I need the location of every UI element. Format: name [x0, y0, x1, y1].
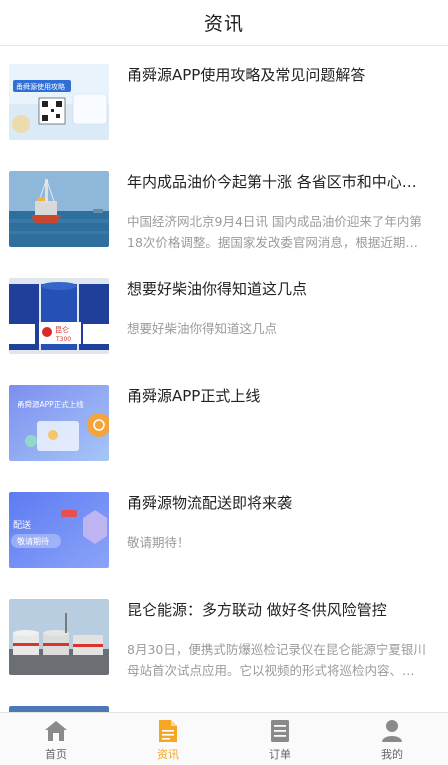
home-icon	[43, 719, 69, 743]
news-item[interactable]: 甬舜源APP正式上线 甬舜源APP正式上线	[0, 367, 448, 474]
news-thumbnail: 甬舜源使用攻略	[9, 64, 109, 140]
thumb-caption-b: 敬请期待	[17, 536, 49, 546]
tab-home[interactable]: 首页	[0, 713, 112, 765]
news-item[interactable]: 昆仑能源：多方联动 做好冬供风险管控 8月30日，便携式防爆巡检记录仪在昆仑能源…	[0, 581, 448, 688]
news-item[interactable]: 配送 敬请期待 甬舜源物流配送即将来袭 敬请期待！	[0, 474, 448, 581]
tab-label: 资讯	[157, 748, 179, 761]
thumb-brand: 昆仑	[55, 325, 69, 334]
order-list-icon	[267, 719, 293, 743]
bottom-tab-bar: 首页 资讯 订单 我的	[0, 712, 448, 765]
thumb-model: T300	[55, 336, 71, 343]
news-list[interactable]: 甬舜源使用攻略 甬舜源APP使用攻略及常见问题解答 年内成品油价今起第十涨 各省…	[0, 46, 448, 712]
news-title: 甬舜源APP正式上线	[127, 387, 261, 405]
news-title: 想要好柴油你得知道这几点	[127, 280, 308, 298]
tab-label: 首页	[45, 748, 67, 761]
tab-news[interactable]: 资讯	[112, 713, 224, 765]
news-summary: 想要好柴油你得知道这几点	[127, 321, 278, 336]
tab-profile[interactable]: 我的	[336, 713, 448, 765]
news-thumbnail	[9, 599, 109, 675]
thumb-caption-a: 配送	[13, 519, 31, 531]
news-summary: 8月30日，便携式防爆巡检记录仪在昆仑能源宁夏银川母站首次试点应用。它以视频的形…	[127, 642, 427, 678]
news-title: 年内成品油价今起第十涨 各省区市和中心城市...	[127, 173, 427, 191]
news-thumbnail: 配送 敬请期待	[9, 492, 109, 568]
news-thumbnail	[9, 171, 109, 247]
page-title: 资讯	[203, 13, 244, 35]
news-item[interactable]	[0, 688, 448, 712]
news-title: 甬舜源物流配送即将来袭	[127, 494, 293, 512]
news-item[interactable]: 昆仑 T300 想要好柴油你得知道这几点 想要好柴油你得知道这几点	[0, 260, 448, 367]
user-profile-icon	[379, 719, 405, 743]
news-item[interactable]: 年内成品油价今起第十涨 各省区市和中心城市... 中国经济网北京9月4日讯 国内…	[0, 153, 448, 260]
tab-label: 我的	[381, 748, 403, 761]
news-summary: 敬请期待！	[127, 535, 190, 550]
news-title: 甬舜源APP使用攻略及常见问题解答	[127, 66, 366, 84]
thumb-caption: 甬舜源APP正式上线	[17, 399, 84, 409]
thumb-caption: 甬舜源使用攻略	[16, 82, 65, 91]
news-thumbnail: 昆仑 T300	[9, 278, 109, 354]
tab-orders[interactable]: 订单	[224, 713, 336, 765]
news-title: 昆仑能源：多方联动 做好冬供风险管控	[127, 601, 387, 619]
news-summary: 中国经济网北京9月4日讯 国内成品油价迎来了年内第18次价格调整。据国家发改委官…	[127, 214, 422, 250]
tab-label: 订单	[269, 748, 291, 761]
news-item[interactable]: 甬舜源使用攻略 甬舜源APP使用攻略及常见问题解答	[0, 46, 448, 153]
news-document-icon	[155, 719, 181, 743]
news-thumbnail: 甬舜源APP正式上线	[9, 385, 109, 461]
app-header: 资讯	[0, 0, 448, 46]
